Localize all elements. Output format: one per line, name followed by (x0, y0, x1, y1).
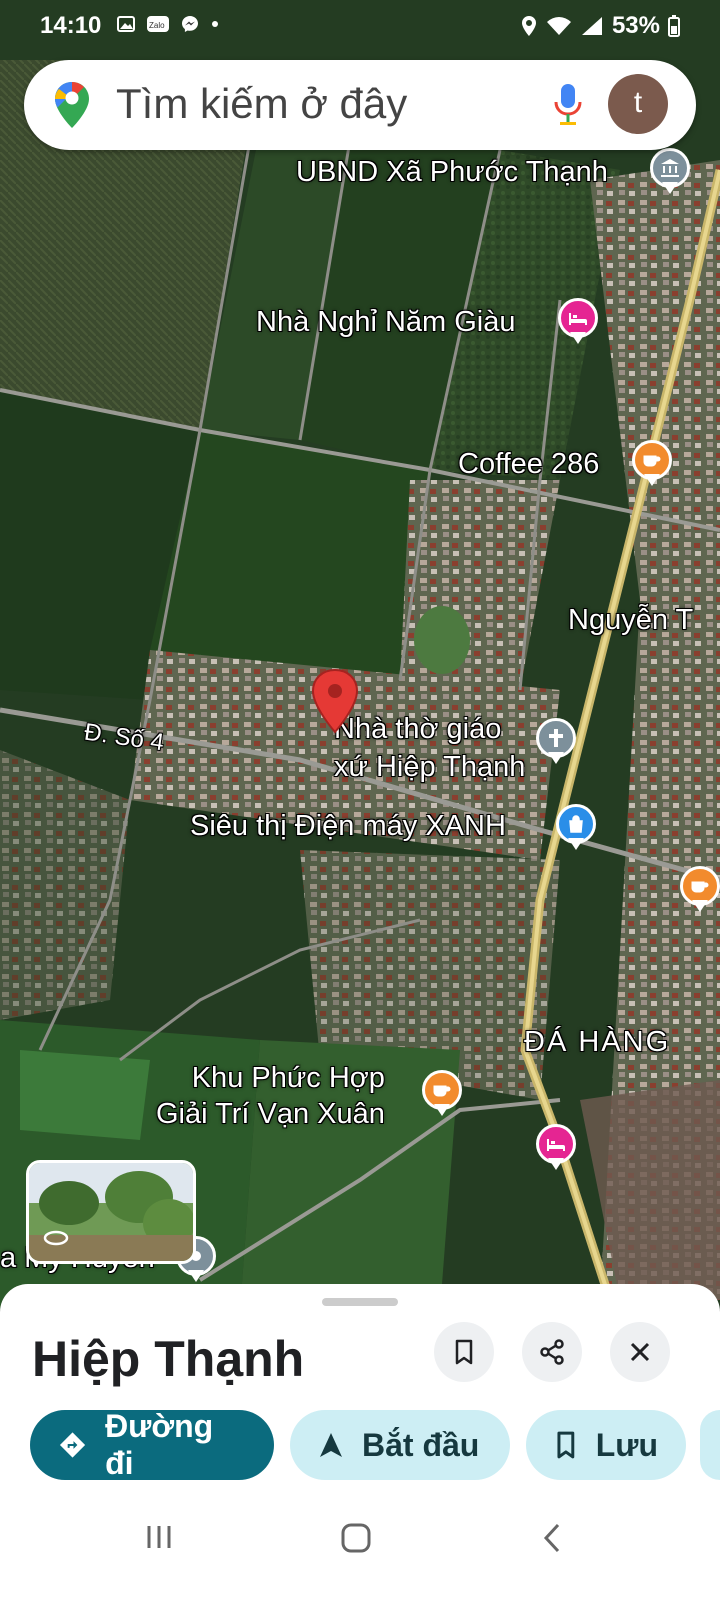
bookmark-icon (455, 1339, 473, 1365)
bank-icon (661, 159, 679, 177)
bed-icon (547, 1139, 565, 1151)
navigation-arrow-icon (320, 1433, 342, 1457)
notification-icons: Zalo (116, 14, 220, 34)
home-icon[interactable] (340, 1522, 372, 1554)
save-button[interactable]: Lưu (526, 1410, 686, 1480)
clock: 14:10 (40, 12, 102, 39)
save-label: Lưu (595, 1426, 658, 1463)
cafe-pin[interactable] (632, 440, 672, 490)
shopping-bag-icon (569, 815, 583, 833)
directions-label: Đường đi (105, 1408, 214, 1481)
lodging-pin[interactable] (558, 298, 598, 348)
map-label-khu-phuc-hop[interactable]: Khu Phức Hợp Giải Trí Vạn Xuân (156, 1060, 385, 1132)
zalo-icon: Zalo (147, 16, 169, 32)
gallery-icon (117, 16, 135, 32)
government-pin[interactable] (650, 148, 690, 198)
cafe-pin-edge[interactable] (680, 866, 720, 916)
system-navigation-bar (0, 1490, 720, 1600)
red-location-marker-icon[interactable] (310, 668, 360, 734)
directions-icon (59, 1432, 86, 1458)
close-button[interactable] (610, 1322, 670, 1382)
share-icon (540, 1339, 564, 1365)
bed-icon (569, 313, 587, 325)
coffee-cup-icon (643, 455, 661, 467)
lodging-pin-south[interactable] (536, 1124, 576, 1174)
directions-button[interactable]: Đường đi (30, 1408, 274, 1481)
map-label-nha-nghi[interactable]: Nhà Nghỉ Năm Giàu (256, 306, 516, 339)
search-placeholder[interactable]: Tìm kiếm ở đây (116, 80, 407, 128)
start-label: Bắt đầu (362, 1426, 480, 1463)
street-view-thumbnail[interactable] (26, 1160, 196, 1264)
cross-icon (549, 729, 563, 747)
place-title: Hiệp Thạnh (32, 1331, 305, 1387)
recent-apps-icon[interactable] (144, 1522, 174, 1552)
wifi-icon (546, 17, 571, 35)
share-button[interactable] (522, 1322, 582, 1382)
coffee-cup-icon (433, 1085, 451, 1097)
shopping-pin[interactable] (556, 804, 596, 854)
church-pin[interactable] (536, 718, 576, 768)
google-maps-logo-icon (55, 82, 89, 128)
map-label-coffee[interactable]: Coffee 286 (458, 448, 599, 481)
back-icon[interactable] (540, 1522, 564, 1554)
messenger-icon (182, 16, 198, 32)
recreation-pin[interactable] (422, 1070, 462, 1120)
street-view-360-icon (43, 1230, 69, 1246)
map-label-nguyen[interactable]: Nguyễn T (568, 604, 693, 637)
battery-icon (668, 15, 680, 37)
system-icons: 53% (520, 12, 680, 40)
microphone-icon[interactable] (550, 80, 586, 130)
save-place-button[interactable] (434, 1322, 494, 1382)
account-avatar[interactable]: t (608, 74, 668, 134)
battery-percent: 53% (611, 12, 660, 39)
coffee-cup-icon (691, 881, 709, 893)
map-label-church[interactable]: Nhà thờ giáo xứ Hiệp Thạnh (334, 710, 525, 786)
start-navigation-button[interactable]: Bắt đầu (290, 1410, 510, 1480)
map-label-da-hang: ĐÁ HÀNG (524, 1026, 671, 1058)
map-label-dien-may-xanh[interactable]: Siêu thị Điện máy XANH (190, 810, 506, 843)
drag-handle[interactable] (322, 1298, 398, 1306)
close-icon (630, 1342, 650, 1362)
location-icon (521, 16, 536, 36)
more-actions-chip[interactable] (700, 1410, 720, 1480)
bookmark-icon (557, 1431, 575, 1459)
map-label-ubnd[interactable]: UBND Xã Phước Thạnh (296, 156, 608, 189)
signal-icon (581, 17, 602, 35)
status-bar: 14:10 Zalo 53% (0, 0, 720, 52)
svg-text:Zalo: Zalo (149, 21, 165, 30)
search-bar[interactable]: Tìm kiếm ở đây t (24, 60, 696, 150)
map-view[interactable]: UBND Xã Phước Thạnh Nhà Nghỉ Năm Giàu Co… (0, 0, 720, 1310)
dot-icon (212, 21, 218, 27)
